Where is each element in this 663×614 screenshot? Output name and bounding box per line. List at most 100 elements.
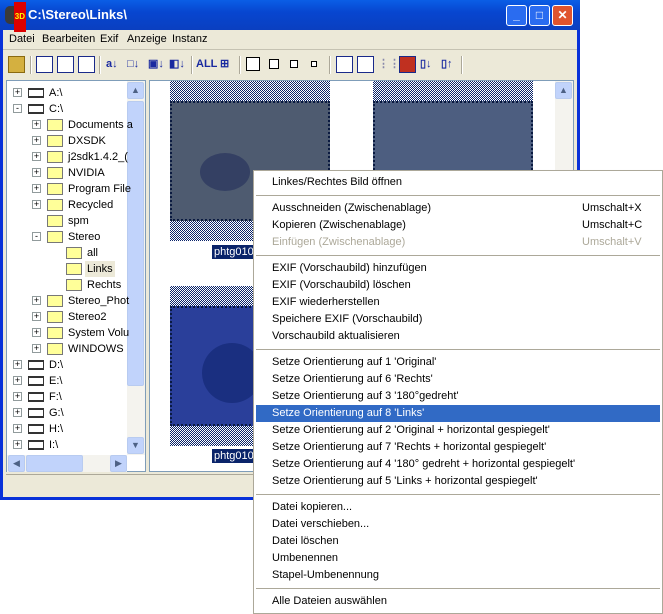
scroll-down-button[interactable]: ▼ [127, 437, 144, 454]
thumb-size-l-icon[interactable] [269, 59, 279, 69]
tree-node-label: all [87, 247, 99, 259]
scroll-thumb[interactable] [127, 101, 144, 386]
network-drive-icon [28, 440, 44, 450]
context-menu-item[interactable]: Setze Orientierung auf 1 'Original' [256, 354, 660, 371]
context-menu-item[interactable]: Speichere EXIF (Vorschaubild) [256, 311, 660, 328]
expand-icon[interactable]: + [13, 88, 22, 97]
context-menu-item[interactable]: Setze Orientierung auf 4 '180° gedreht +… [256, 456, 660, 473]
open-folder-icon[interactable] [8, 56, 25, 73]
folder-icon [66, 279, 82, 291]
expand-icon[interactable]: + [32, 168, 41, 177]
scroll-left-button[interactable]: ◀ [8, 455, 25, 472]
expand-icon[interactable]: + [13, 408, 22, 417]
expand-icon[interactable]: + [32, 152, 41, 161]
menu-instanz[interactable]: Instanz [172, 33, 207, 45]
folder-icon [47, 327, 63, 339]
context-menu-item[interactable]: Datei löschen [256, 533, 660, 550]
scroll-up-button[interactable]: ▲ [555, 82, 572, 99]
menu-item-label: Ausschneiden (Zwischenablage) [272, 202, 431, 214]
expand-icon[interactable]: + [32, 184, 41, 193]
view-details-icon[interactable] [78, 56, 95, 73]
menu-bearbeiten[interactable]: Bearbeiten [42, 33, 95, 45]
collapse-icon[interactable]: - [32, 232, 41, 241]
expand-icon[interactable]: + [32, 328, 41, 337]
collapse-icon[interactable]: - [13, 104, 22, 113]
maximize-button[interactable]: □ [529, 5, 550, 26]
tree-view-icon[interactable]: ⊞ [220, 56, 237, 73]
menu-item-label: Setze Orientierung auf 6 'Rechts' [272, 373, 433, 385]
menu-item-label: Einfügen (Zwischenablage) [272, 236, 406, 248]
stereo-pair-icon[interactable] [336, 56, 353, 73]
scroll-up-button[interactable]: ▲ [127, 82, 144, 99]
tree-horizontal-scrollbar[interactable]: ◀ ▶ [7, 455, 127, 472]
menu-item-label: Kopieren (Zwischenablage) [272, 219, 406, 231]
thumb-size-m-icon[interactable] [290, 60, 298, 68]
minimize-button[interactable]: _ [506, 5, 527, 26]
expand-icon[interactable]: + [13, 440, 22, 449]
context-menu-item[interactable]: Alle Dateien auswählen [256, 593, 660, 610]
sort-size-icon[interactable]: □↓ [127, 56, 144, 73]
context-menu-item[interactable]: Datei verschieben... [256, 516, 660, 533]
view-thumbnails-icon[interactable] [36, 56, 53, 73]
context-menu-item[interactable]: Setze Orientierung auf 8 'Links' [256, 405, 660, 422]
context-menu-item[interactable]: Stapel-Umbenennung [256, 567, 660, 584]
menu-datei[interactable]: Datei [9, 33, 35, 45]
menu-item-label: Setze Orientierung auf 1 'Original' [272, 356, 437, 368]
sort-type-icon[interactable]: ◧↓ [169, 56, 186, 73]
context-menu-item[interactable]: Setze Orientierung auf 3 '180°gedreht' [256, 388, 660, 405]
tree-node-label: spm [68, 215, 89, 227]
app-icon[interactable] [5, 2, 27, 32]
menu-exif[interactable]: Exif [100, 33, 118, 45]
context-menu-item[interactable]: Vorschaubild aktualisieren [256, 328, 660, 345]
folder-tree[interactable]: ▲ ▼ ◀ ▶ + A:\ - C:\ + Documents a + DXSDK + j2sdk… [6, 80, 146, 472]
expand-icon[interactable]: + [32, 312, 41, 321]
thumb-size-xl-icon[interactable] [246, 57, 260, 71]
thumbnail-label[interactable]: phtg010 [212, 245, 256, 259]
sort-ascending-icon[interactable]: ▯↑ [441, 56, 458, 73]
thumbnail-label[interactable]: phtg010 [212, 449, 256, 463]
tree-vertical-scrollbar[interactable]: ▲ ▼ [127, 81, 145, 455]
context-menu-item[interactable]: Setze Orientierung auf 2 'Original + hor… [256, 422, 660, 439]
menu-separator [256, 255, 660, 256]
show-all-button[interactable]: ALL [196, 56, 218, 73]
expand-icon[interactable]: + [13, 376, 22, 385]
expand-icon[interactable]: + [13, 360, 22, 369]
sort-date-icon[interactable]: ▣↓ [148, 56, 165, 73]
expand-icon[interactable]: + [32, 136, 41, 145]
expand-icon[interactable]: + [13, 392, 22, 401]
expand-icon[interactable]: + [32, 344, 41, 353]
context-menu-item[interactable]: Setze Orientierung auf 5 'Links + horizo… [256, 473, 660, 490]
thumb-size-s-icon[interactable] [311, 61, 317, 67]
filmstrip-icon[interactable]: ⋮⋮ [378, 56, 400, 73]
swap-images-icon[interactable] [357, 56, 374, 73]
menu-item-shortcut: Umschalt+C [582, 219, 643, 231]
expand-icon[interactable]: + [13, 424, 22, 433]
expand-icon[interactable]: + [32, 120, 41, 129]
context-menu-item[interactable]: EXIF wiederherstellen [256, 294, 660, 311]
context-menu-item[interactable]: Linkes/Rechtes Bild öffnen [256, 174, 660, 191]
toolbar-separator [99, 56, 101, 74]
sort-name-icon[interactable]: a↓ [106, 56, 123, 73]
context-menu-item[interactable]: Setze Orientierung auf 7 'Rechts + horiz… [256, 439, 660, 456]
view-list-icon[interactable] [57, 56, 74, 73]
context-menu-item[interactable]: EXIF (Vorschaubild) löschen [256, 277, 660, 294]
folder-icon [47, 135, 63, 147]
move-folder-icon[interactable] [399, 56, 416, 73]
context-menu-item[interactable]: Ausschneiden (Zwischenablage) Umschalt+X [256, 200, 660, 217]
context-menu-item[interactable]: Umbenennen [256, 550, 660, 567]
context-menu-item[interactable]: Setze Orientierung auf 6 'Rechts' [256, 371, 660, 388]
sort-descending-icon[interactable]: ▯↓ [420, 56, 437, 73]
context-menu-item[interactable]: Datei kopieren... [256, 499, 660, 516]
menu-anzeige[interactable]: Anzeige [127, 33, 167, 45]
menu-item-label: EXIF wiederherstellen [272, 296, 380, 308]
scroll-thumb-horizontal[interactable] [26, 455, 83, 472]
expand-icon[interactable]: + [32, 200, 41, 209]
context-menu-item: Einfügen (Zwischenablage) Umschalt+V [256, 234, 660, 251]
close-button[interactable]: ✕ [552, 5, 573, 26]
menu-item-shortcut: Umschalt+V [582, 236, 642, 248]
context-menu-item[interactable]: EXIF (Vorschaubild) hinzufügen [256, 260, 660, 277]
context-menu-item[interactable]: Kopieren (Zwischenablage) Umschalt+C [256, 217, 660, 234]
tree-node-label: H:\ [49, 423, 64, 435]
expand-icon[interactable]: + [32, 296, 41, 305]
scroll-right-button[interactable]: ▶ [110, 455, 127, 472]
